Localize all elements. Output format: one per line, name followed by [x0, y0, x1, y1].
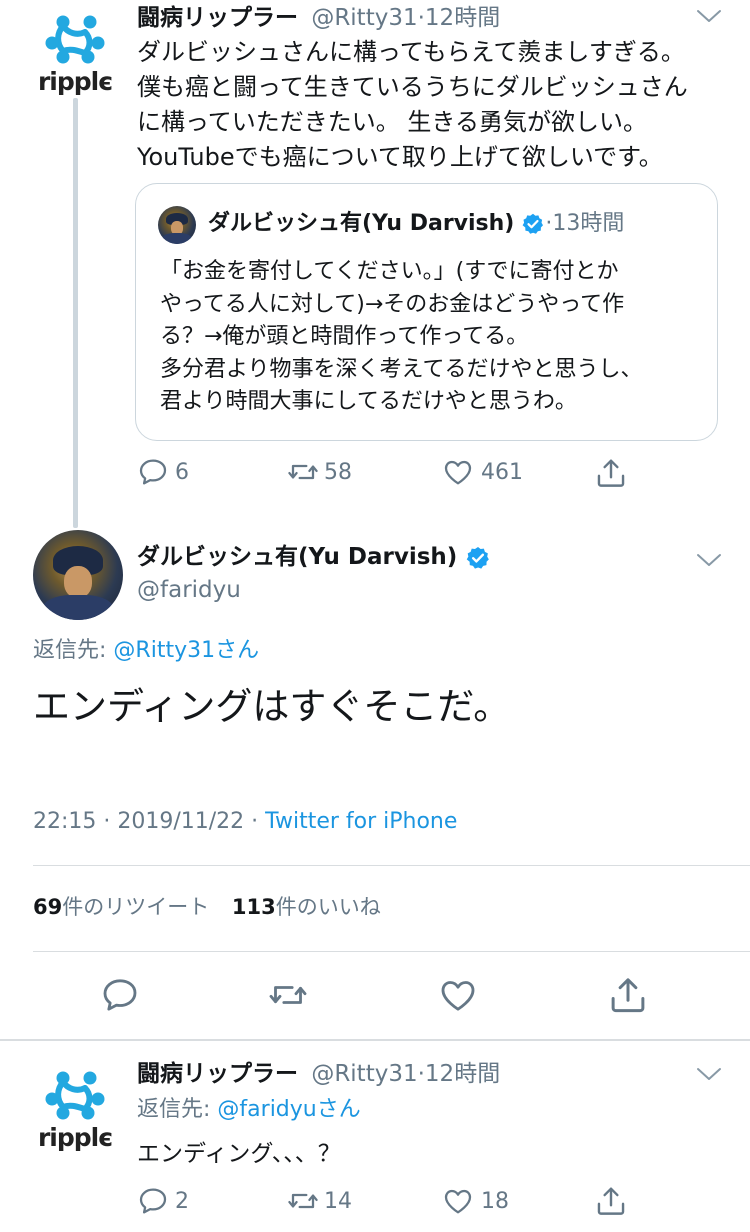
like-total: 113 [231, 895, 276, 919]
quote-line: る？→俺が頭と時間作って作ってる。 [160, 324, 529, 349]
source-link[interactable]: Twitter for iPhone [265, 809, 457, 834]
reply-icon [100, 975, 140, 1015]
share-icon [594, 456, 628, 490]
reply-to-link[interactable]: @Ritty31さん [113, 638, 259, 663]
retweet-total: 69 [33, 895, 63, 919]
tweet-line: に構っていただきたい。 生きる勇気が欲しい。 [137, 108, 647, 136]
heart-icon [437, 975, 479, 1015]
tweet-header: 闘病リップラー @Ritty31·12時間 [137, 1061, 501, 1087]
main-tweet-text: エンディングはすぐそこだ。 [33, 685, 511, 728]
retweet-button[interactable]: 58 [286, 456, 352, 488]
main-tweet-name-row: ダルビッシュ有(Yu Darvish) [137, 541, 491, 573]
avatar[interactable] [30, 1062, 120, 1152]
ripple-logo-icon [30, 1062, 120, 1152]
tweet-meta: 22:15 · 2019/11/22 · Twitter for iPhone [33, 806, 457, 838]
retweet-icon [266, 975, 310, 1015]
retweet-button[interactable] [266, 975, 310, 1015]
heart-icon [441, 1185, 475, 1217]
reply-button[interactable] [100, 975, 140, 1015]
tweet-header: 闘病リップラー @Ritty31·12時間 [137, 5, 501, 31]
timestamp[interactable]: 12時間 [425, 5, 500, 31]
share-icon [607, 974, 649, 1016]
like-count: 461 [481, 459, 523, 485]
chevron-down-icon[interactable] [694, 5, 724, 27]
reply-button[interactable]: 2 [137, 1185, 189, 1217]
tweet-line: 僕も癌と闘って生きているうちにダルビッシュさん [137, 73, 688, 101]
like-button[interactable] [437, 975, 479, 1015]
reply-to-link[interactable]: @faridyuさん [217, 1097, 360, 1122]
tweet-body: ダルビッシュさんに構ってもらえて羨ましすぎる。 僕も癌と闘って生きているうちにダ… [137, 35, 737, 175]
reply-prefix: 返信先: [33, 638, 107, 663]
quote-display-name: ダルビッシュ有(Yu Darvish) [208, 211, 515, 236]
retweet-count: 58 [324, 459, 352, 485]
handle[interactable]: @Ritty31 [311, 1061, 417, 1087]
heart-icon [441, 456, 475, 488]
tweet-line: ダルビッシュさんに構ってもらえて羨ましすぎる。 [137, 38, 685, 66]
reply-context: 返信先: @faridyuさん [137, 1094, 361, 1126]
divider [33, 865, 750, 866]
quote-line: 多分君より物事を深く考えてるだけやと思うし、 [160, 356, 643, 382]
tweet-line: YouTubeでも癌について取り上げて欲しいです。 [137, 143, 663, 171]
share-button[interactable] [594, 456, 628, 490]
like-count: 18 [481, 1188, 509, 1214]
reply-prefix: 返信先: [137, 1097, 211, 1122]
divider [33, 951, 750, 952]
ripple-logo-icon [30, 6, 120, 96]
like-button[interactable]: 18 [441, 1185, 509, 1217]
quoted-tweet[interactable]: ダルビッシュ有(Yu Darvish) ·13時間 「お金を寄付してください。」… [135, 183, 718, 441]
like-stat-label: 件のいいね [275, 895, 381, 919]
reply-icon [137, 456, 169, 488]
quote-timestamp: 13時間 [552, 211, 625, 236]
quote-line: 君より時間大事にしてるだけやと思うわ。 [160, 389, 577, 414]
quote-line: 「お金を寄付してください。」(すでに寄付とか [160, 259, 619, 284]
engagement-stats: 69件のリツイート 113件のいいね [33, 891, 381, 923]
thread-connector-line [73, 98, 78, 528]
quote-header: ダルビッシュ有(Yu Darvish) ·13時間 [208, 211, 625, 236]
verified-badge-icon [465, 545, 491, 571]
display-name[interactable]: 闘病リップラー [137, 1061, 298, 1087]
tweet-timestamp: 22:15 · 2019/11/22 · [33, 809, 266, 834]
retweet-icon [286, 456, 320, 488]
divider [0, 1039, 750, 1041]
reply-icon [137, 1185, 169, 1217]
avatar[interactable] [30, 6, 120, 96]
like-stat[interactable]: 113件のいいね [232, 895, 381, 919]
handle[interactable]: @Ritty31 [311, 5, 417, 31]
avatar[interactable] [33, 530, 123, 620]
retweet-stat-label: 件のリツイート [62, 895, 210, 919]
display-name[interactable]: 闘病リップラー [137, 5, 298, 31]
reply-button[interactable]: 6 [137, 456, 189, 488]
display-name[interactable]: ダルビッシュ有(Yu Darvish) [137, 544, 457, 570]
reply-count: 6 [175, 459, 189, 485]
chevron-down-icon[interactable] [694, 549, 724, 571]
verified-badge-icon [521, 212, 545, 236]
tweet-body: エンディング、、、？ [137, 1141, 341, 1167]
share-icon [594, 1184, 628, 1218]
retweet-count: 14 [324, 1188, 352, 1214]
timestamp[interactable]: 12時間 [425, 1061, 500, 1087]
quote-body: 「お金を寄付してください。」(すでに寄付とか やってる人に対して)→そのお金はど… [160, 256, 700, 419]
chevron-down-icon[interactable] [694, 1063, 724, 1085]
handle[interactable]: @faridyu [137, 574, 241, 606]
quote-avatar [158, 206, 196, 244]
like-button[interactable]: 461 [441, 456, 523, 488]
share-button[interactable] [594, 1184, 628, 1218]
reply-count: 2 [175, 1188, 189, 1214]
retweet-stat[interactable]: 69件のリツイート [33, 895, 209, 919]
reply-context: 返信先: @Ritty31さん [33, 635, 259, 667]
retweet-icon [286, 1185, 320, 1217]
share-button[interactable] [607, 974, 649, 1016]
quote-line: やってる人に対して)→そのお金はどうやって作 [160, 291, 625, 317]
retweet-button[interactable]: 14 [286, 1185, 352, 1217]
